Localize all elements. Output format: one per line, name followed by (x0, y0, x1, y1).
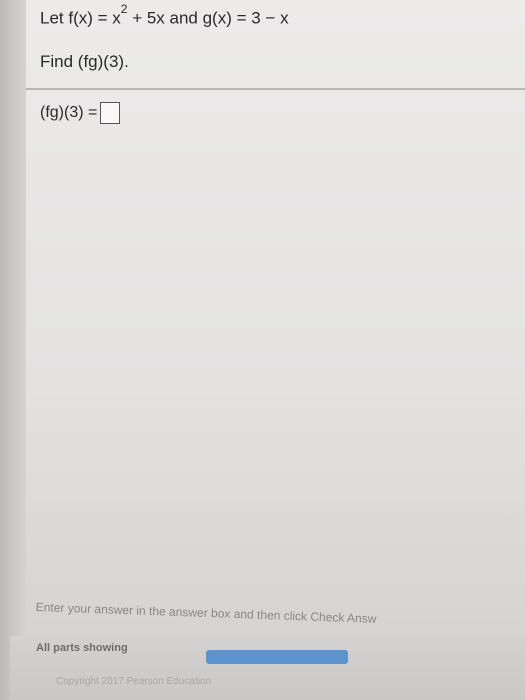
exponent: 2 (120, 2, 128, 16)
answer-row: (fg)(3) = (40, 102, 121, 124)
parts-showing-label: All parts showing (36, 642, 128, 654)
screen: Let f(x) = x2 + 5x and g(x) = 3 − x Find… (0, 0, 525, 700)
question-text: Find (fg)(3). (40, 52, 129, 71)
copyright-text: Copyright 2017 Pearson Education (56, 676, 212, 687)
problem-statement: Let f(x) = x2 + 5x and g(x) = 3 − x (40, 2, 289, 29)
answer-label: (fg)(3) = (40, 104, 98, 121)
problem-let-text: Let f(x) = x (40, 8, 121, 28)
window-left-edge (0, 0, 26, 700)
problem-rest-text: + 5x and g(x) = 3 − x (127, 8, 289, 28)
question-panel: Let f(x) = x2 + 5x and g(x) = 3 − x Find… (26, 0, 525, 700)
answer-input-box[interactable] (100, 102, 121, 124)
divider (26, 88, 525, 90)
progress-bar-fill (206, 650, 348, 664)
progress-bar (206, 650, 348, 664)
